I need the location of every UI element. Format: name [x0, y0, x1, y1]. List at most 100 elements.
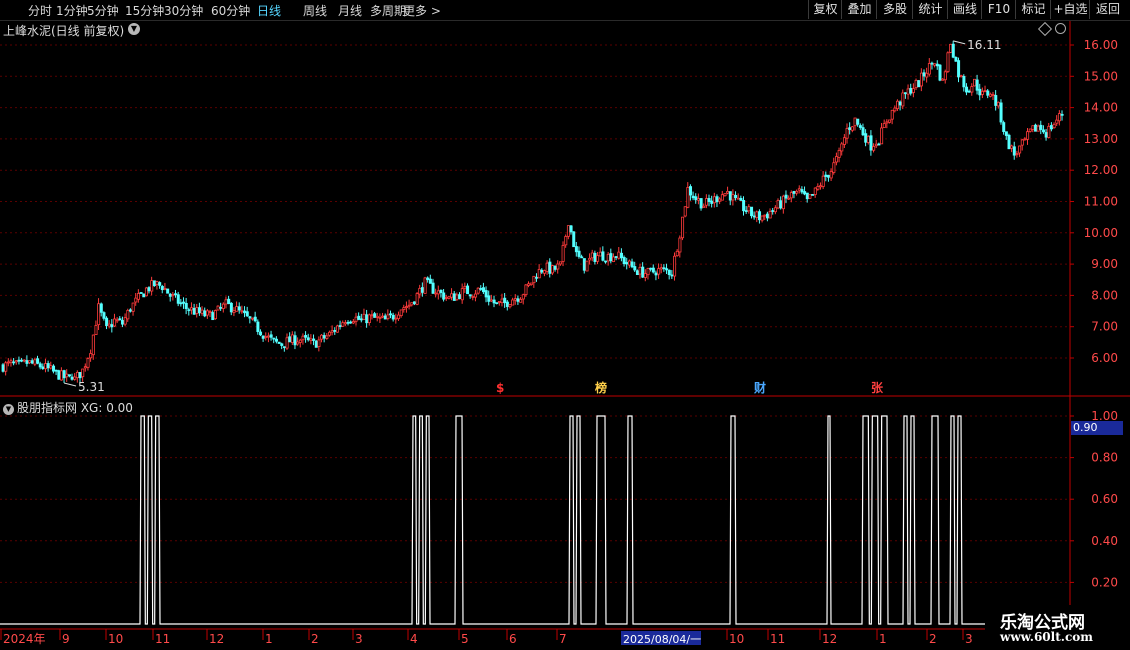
- candle-body: [221, 303, 225, 309]
- toolbar-button-5[interactable]: F10: [981, 0, 1016, 19]
- candle-body: [734, 195, 738, 199]
- candle-body: [97, 303, 101, 326]
- tab-timeframe-10[interactable]: 更多 >: [403, 2, 441, 19]
- candle-body: [699, 198, 703, 209]
- tab-timeframe-6[interactable]: 日线: [257, 2, 281, 19]
- toolbar-button-4[interactable]: 画线: [947, 0, 982, 19]
- tab-timeframe-8[interactable]: 月线: [338, 2, 362, 19]
- tab-timeframe-2[interactable]: 5分钟: [87, 2, 119, 19]
- toolbar-button-8[interactable]: 返回: [1089, 0, 1126, 19]
- candle-body: [726, 190, 730, 194]
- candle-body: [521, 294, 525, 300]
- candle-body: [320, 334, 324, 340]
- candle-body: [325, 335, 329, 339]
- candle-body: [402, 307, 406, 310]
- candle-body: [301, 335, 305, 341]
- date-label: 11: [155, 632, 170, 646]
- candle-body: [659, 267, 663, 270]
- candle-body: [750, 206, 754, 217]
- candle-body: [306, 337, 310, 341]
- candle-body: [298, 339, 302, 343]
- candle-body: [917, 80, 921, 88]
- candle-body: [617, 251, 621, 259]
- candle-body: [670, 274, 674, 277]
- candle-body: [431, 282, 435, 294]
- candle-body: [569, 225, 573, 233]
- high-pointer: [953, 40, 966, 45]
- candle-body: [46, 363, 50, 369]
- candle-body: [503, 297, 507, 304]
- candle-body: [585, 260, 589, 272]
- candle-body: [765, 213, 769, 219]
- candle-body: [163, 288, 167, 291]
- candle-body: [73, 376, 77, 380]
- candle-body: [495, 302, 499, 305]
- candle-body: [551, 265, 555, 274]
- candle-body: [853, 117, 857, 127]
- candle-body: [543, 270, 547, 274]
- candle-body: [712, 196, 716, 204]
- candle-body: [511, 299, 515, 306]
- candle-body: [811, 194, 815, 196]
- candle-body: [240, 310, 244, 313]
- tab-timeframe-4[interactable]: 30分钟: [164, 2, 203, 19]
- tab-timeframe-0[interactable]: 分时: [28, 2, 52, 19]
- toolbar-button-7[interactable]: +自选: [1050, 0, 1090, 19]
- candle-body: [1004, 131, 1008, 136]
- circle-icon[interactable]: [1055, 23, 1066, 34]
- candle-body: [128, 309, 132, 312]
- candle-body: [86, 358, 90, 368]
- candle-body: [232, 310, 236, 313]
- candle-body: [797, 188, 801, 191]
- candle-body: [190, 307, 194, 311]
- candle-body: [593, 252, 597, 262]
- chevron-down-icon[interactable]: ▼: [3, 404, 14, 415]
- toolbar-button-2[interactable]: 多股: [876, 0, 913, 19]
- tab-timeframe-1[interactable]: 1分钟: [56, 2, 88, 19]
- candle-body: [412, 301, 416, 305]
- tab-timeframe-5[interactable]: 60分钟: [211, 2, 250, 19]
- chevron-down-icon[interactable]: ▼: [128, 23, 140, 35]
- candle-body: [1028, 128, 1032, 132]
- candle-body: [890, 109, 894, 120]
- candle-body: [126, 309, 130, 320]
- candle-body: [1039, 124, 1043, 130]
- candle-body: [463, 286, 467, 289]
- tab-timeframe-9[interactable]: 多周期: [370, 2, 406, 19]
- candle-body: [487, 295, 491, 302]
- toolbar-button-0[interactable]: 复权: [808, 0, 842, 19]
- chart-canvas: 16.115.31 16.0015.0014.0013.0012.0011.00…: [0, 20, 1130, 646]
- candle-body: [500, 298, 504, 304]
- candle-body: [689, 186, 693, 196]
- candle-body: [338, 325, 342, 327]
- candle-body: [588, 257, 592, 261]
- candle-body: [118, 318, 122, 321]
- toolbar-button-6[interactable]: 标记: [1015, 0, 1051, 19]
- candle-body: [872, 146, 876, 151]
- candle-body: [208, 311, 212, 314]
- candle-body: [447, 296, 451, 299]
- event-markers: $ 榜 财 张: [496, 380, 884, 395]
- candle-body: [848, 127, 852, 130]
- candle-body: [155, 281, 159, 285]
- candle-body: [362, 313, 366, 321]
- candle-body: [235, 306, 239, 312]
- candle-body: [858, 125, 862, 128]
- tab-timeframe-7[interactable]: 周线: [303, 2, 327, 19]
- toolbar-button-1[interactable]: 叠加: [841, 0, 877, 19]
- tab-timeframe-3[interactable]: 15分钟: [125, 2, 164, 19]
- candle-body: [67, 374, 71, 377]
- price-tick-label: 8.00: [1091, 288, 1118, 302]
- candle-body: [545, 262, 549, 272]
- date-label: 3: [355, 632, 363, 646]
- candle-body: [850, 126, 854, 131]
- candle-body: [718, 198, 722, 202]
- candle-body: [1055, 119, 1059, 124]
- candle-body: [678, 237, 682, 253]
- toolbar-button-3[interactable]: 统计: [912, 0, 948, 19]
- candle-body: [880, 127, 884, 145]
- price-tick-label: 6.00: [1091, 351, 1118, 365]
- candle-body: [983, 90, 987, 92]
- candle-body: [423, 277, 427, 294]
- candle-body: [864, 133, 868, 143]
